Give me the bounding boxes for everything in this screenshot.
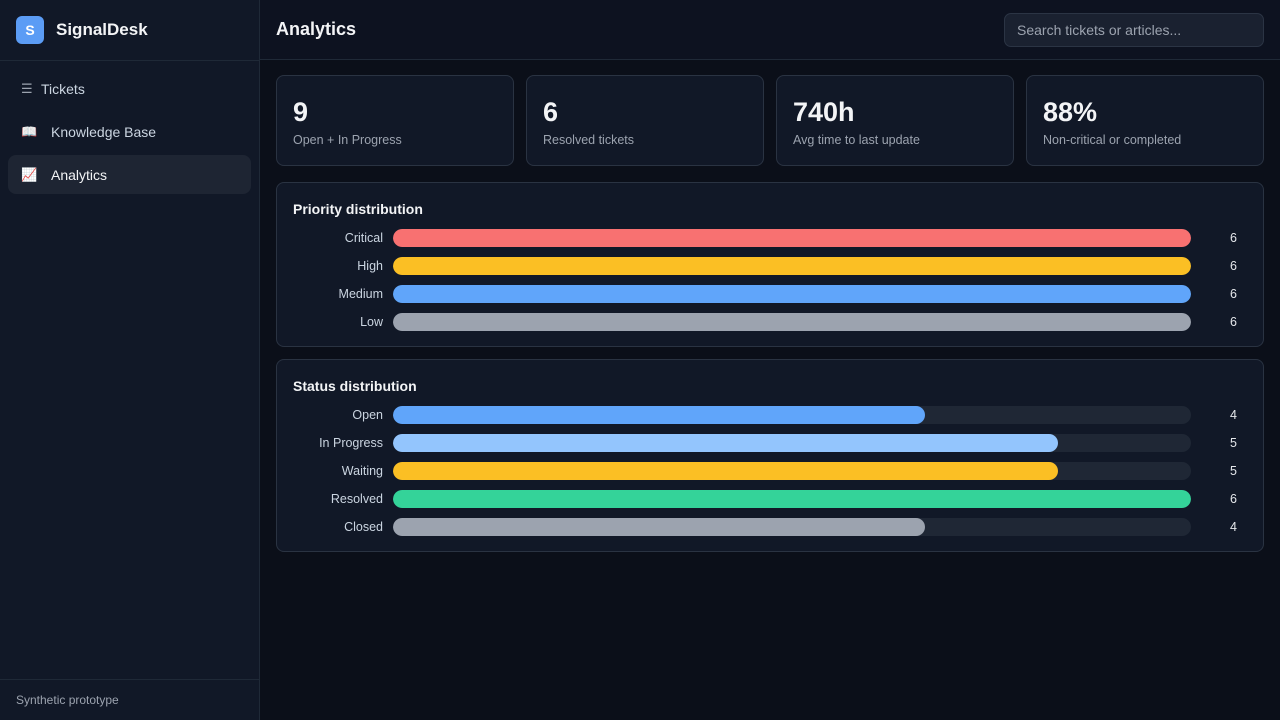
status-distribution-panel: Status distribution Open 4 In Progress 5 Wai… <box>276 359 1264 552</box>
brand: S SignalDesk <box>0 0 259 61</box>
panel-title: Priority distribution <box>293 201 423 217</box>
priority-distribution-panel: Priority distribution Critical 6 High 6 Medi… <box>276 182 1264 347</box>
bar-label: Resolved <box>330 492 383 506</box>
bar-track <box>393 285 1191 303</box>
sidebar-item-label: Analytics <box>51 166 108 183</box>
bar-value: 4 <box>1230 408 1237 422</box>
sidebar-item-label: Tickets <box>41 80 85 97</box>
kpi-label: Avg time to last update <box>793 133 920 147</box>
bar-label: Low <box>360 315 383 329</box>
panel-title: Status distribution <box>293 378 417 394</box>
bar-value: 5 <box>1230 464 1237 478</box>
sidebar-nav: ☰ Tickets 📖 Knowledge Base 📈 Analytics <box>0 61 259 206</box>
kpi-card-resolved: 6 Resolved tickets <box>526 75 764 166</box>
sidebar-item-knowledge-base[interactable]: 📖 Knowledge Base <box>8 112 251 151</box>
bar-track <box>393 229 1191 247</box>
bar-value: 4 <box>1230 520 1237 534</box>
kpi-card-non-critical: 88% Non-critical or completed <box>1026 75 1264 166</box>
bar-fill <box>393 229 1191 247</box>
bar-fill <box>393 285 1191 303</box>
status-bar-list: Open 4 In Progress 5 Waiting 5 Resolved 6 Closed… <box>293 401 1247 541</box>
page-title: Analytics <box>276 19 357 39</box>
bar-row: Waiting 5 <box>293 457 1247 485</box>
priority-bar-list: Critical 6 High 6 Medium 6 Low 6 <box>293 224 1247 336</box>
content: 9 Open + In Progress 6 Resolved tickets … <box>260 60 1280 579</box>
bar-value: 6 <box>1230 231 1237 245</box>
bar-fill <box>393 490 1191 508</box>
bar-label: High <box>357 259 383 273</box>
sidebar-item-label: Knowledge Base <box>51 123 157 140</box>
bar-row: Resolved 6 <box>293 485 1247 513</box>
kpi-label: Non-critical or completed <box>1043 133 1182 147</box>
bar-track <box>393 518 1191 536</box>
kpi-value: 88% <box>1043 97 1098 127</box>
bar-fill <box>393 406 925 424</box>
sidebar-footer: Synthetic prototype <box>0 679 259 720</box>
bar-row: In Progress 5 <box>293 429 1247 457</box>
bar-fill <box>393 313 1191 331</box>
kpi-label: Open + In Progress <box>293 133 402 147</box>
brand-logo: S <box>16 16 44 44</box>
topbar: Analytics <box>260 0 1280 60</box>
bar-value: 5 <box>1230 436 1237 450</box>
bar-label: Waiting <box>341 464 383 478</box>
kpi-label: Resolved tickets <box>543 133 635 147</box>
bar-value: 6 <box>1230 315 1237 329</box>
bar-track <box>393 257 1191 275</box>
bar-row: High 6 <box>293 252 1247 280</box>
bar-label: In Progress <box>319 436 383 450</box>
bar-label: Closed <box>344 520 383 534</box>
bar-value: 6 <box>1230 287 1237 301</box>
bar-row: Critical 6 <box>293 224 1247 252</box>
kpi-value: 740h <box>793 97 855 127</box>
chart-icon: 📈 <box>21 166 38 182</box>
sidebar: S SignalDesk ☰ Tickets 📖 Knowledge Base … <box>0 0 260 720</box>
bar-row: Open 4 <box>293 401 1247 429</box>
bar-track <box>393 313 1191 331</box>
kpi-value: 6 <box>543 97 559 127</box>
bar-label: Medium <box>338 287 383 301</box>
bar-row: Closed 4 <box>293 513 1247 541</box>
bar-fill <box>393 462 1058 480</box>
bar-track <box>393 490 1191 508</box>
bar-track <box>393 434 1191 452</box>
bar-fill <box>393 257 1191 275</box>
sidebar-item-analytics[interactable]: 📈 Analytics <box>8 155 251 194</box>
sidebar-item-tickets[interactable]: ☰ Tickets <box>8 69 251 108</box>
bar-track <box>393 406 1191 424</box>
kpi-card-active: 9 Open + In Progress <box>276 75 514 166</box>
search-input[interactable] <box>1004 12 1264 47</box>
bar-track <box>393 462 1191 480</box>
app-root: S SignalDesk ☰ Tickets 📖 Knowledge Base … <box>0 0 1280 720</box>
kpi-row: 9 Open + In Progress 6 Resolved tickets … <box>276 75 1264 166</box>
brand-name: SignalDesk <box>56 20 148 39</box>
bar-value: 6 <box>1230 492 1237 506</box>
bar-value: 6 <box>1230 259 1237 273</box>
bar-row: Low 6 <box>293 308 1247 336</box>
bar-label: Open <box>352 408 383 422</box>
bar-fill <box>393 518 925 536</box>
bar-row: Medium 6 <box>293 280 1247 308</box>
bar-label: Critical <box>344 231 383 245</box>
kpi-value: 9 <box>293 97 309 127</box>
book-icon: 📖 <box>21 123 38 139</box>
bar-fill <box>393 434 1058 452</box>
kpi-card-avg-time: 740h Avg time to last update <box>776 75 1014 166</box>
list-icon: ☰ <box>21 80 33 96</box>
main: Analytics 9 Open + In Progress 6 Resolve… <box>260 0 1280 720</box>
